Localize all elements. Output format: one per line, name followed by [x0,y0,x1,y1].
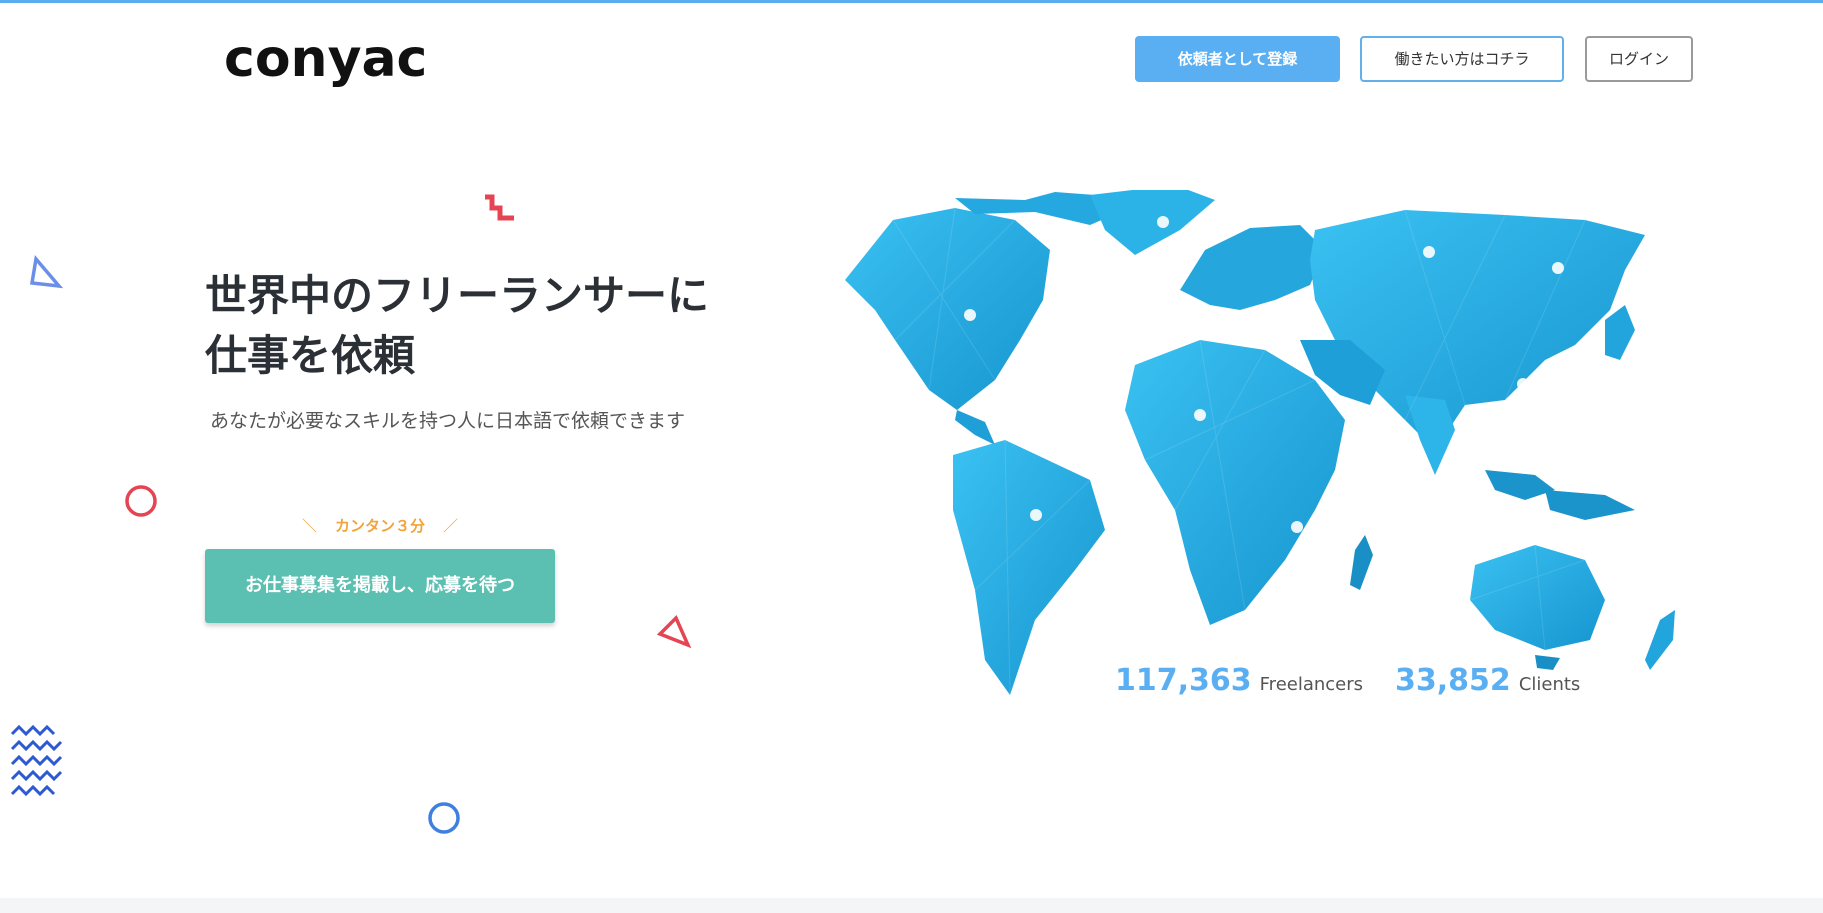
red-zigzag-icon [485,194,514,221]
cta-note: ＼ カンタン３分 ／ [205,515,555,536]
page-body: { "brand": { "name": "conyac", "accent_c… [0,0,1823,913]
hero-subline: あなたが必要なスキルを持つ人に日本語で依頼できます [210,410,686,432]
top-accent-line [0,0,1823,3]
stats-bar: 117,363 Freelancers 33,852 Clients [1115,663,1612,707]
freelancers-label: Freelancers [1259,674,1364,695]
freelancers-count: 117,363 [1115,663,1252,698]
login-button[interactable]: ログイン [1585,36,1693,82]
world-map-icon [845,190,1675,696]
red-triangle-icon [656,614,692,649]
clients-count: 33,852 [1395,663,1511,698]
post-job-button[interactable]: お仕事募集を掲載し、応募を待つ [205,549,555,623]
work-button[interactable]: 働きたい方はコチラ [1360,36,1564,82]
blue-wave-icon [10,724,63,797]
blue-circle-icon [428,802,460,834]
hero-headline: 世界中のフリーランサーに 仕事を依頼 [205,266,765,386]
blue-triangle-icon [29,255,64,289]
red-circle-icon [125,485,157,517]
conyac-logo[interactable]: conyac [224,24,427,94]
bottom-band [0,898,1823,913]
cta-note-right-slash: ／ [443,517,459,535]
hero-headline-line-1: 世界中のフリーランサーに [205,271,710,320]
cta-note-text: カンタン３分 [334,517,425,535]
clients-label: Clients [1518,674,1581,695]
register-client-button[interactable]: 依頼者として登録 [1135,36,1340,82]
hero-headline-line-2: 仕事を依頼 [205,331,416,380]
cta-note-left-slash: ＼ [301,517,317,535]
